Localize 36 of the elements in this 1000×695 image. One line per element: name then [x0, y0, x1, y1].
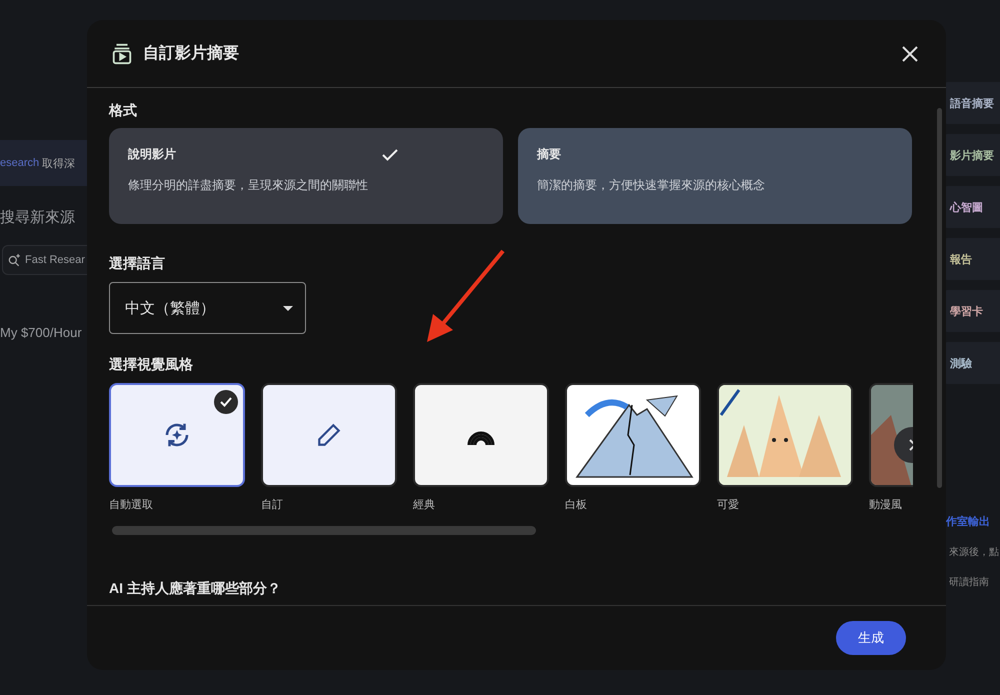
dialog-title: 自訂影片摘要: [143, 43, 240, 64]
check-icon: [382, 148, 398, 160]
format-description: 條理分明的詳盡摘要，呈現來源之間的關聯性: [128, 177, 369, 194]
dropdown-caret-icon: [283, 306, 293, 310]
style-label: 自動選取: [109, 498, 154, 512]
research-text: 取得深: [42, 156, 76, 170]
style-option[interactable]: [261, 383, 397, 487]
pencil-icon: [316, 422, 342, 448]
style-label: 經典: [413, 498, 436, 512]
style-label: 動漫風: [869, 498, 903, 512]
format-title: 摘要: [537, 146, 561, 163]
studio-note-title: 作室輸出: [945, 514, 991, 529]
search-heading: 搜尋新來源: [0, 208, 76, 227]
language-select[interactable]: 中文（繁體）: [109, 282, 306, 334]
style-label: 自訂: [261, 498, 284, 512]
format-title: 說明影片: [128, 146, 176, 163]
scrollbar[interactable]: [112, 526, 536, 535]
selected-check-icon: [214, 390, 238, 414]
style-label: 白板: [565, 498, 588, 512]
style-option[interactable]: [413, 383, 549, 487]
close-icon: [901, 44, 919, 62]
format-option[interactable]: 說明影片 條理分明的詳盡摘要，呈現來源之間的關聯性: [109, 128, 503, 224]
section-label: 選擇視覺風格: [109, 356, 194, 374]
style-option[interactable]: [109, 383, 245, 487]
source-title: My $700/Hour: [0, 325, 83, 340]
video-stack-icon: [111, 42, 133, 64]
section-label: 格式: [109, 102, 138, 120]
generate-button[interactable]: 生成: [836, 621, 906, 655]
search-sparkle-icon: [7, 253, 21, 267]
format-description: 簡潔的摘要，方便快速掌握來源的核心概念: [537, 177, 766, 194]
scrollbar[interactable]: [937, 108, 942, 488]
section-label: AI 主持人應著重哪些部分？: [109, 580, 282, 598]
format-option[interactable]: 摘要 簡潔的摘要，方便快速掌握來源的核心概念: [518, 128, 912, 224]
studio-note-text: 研讀指南: [948, 576, 990, 589]
studio-note-text: 來源後，點: [948, 546, 1000, 559]
style-label: 可愛: [717, 498, 740, 512]
